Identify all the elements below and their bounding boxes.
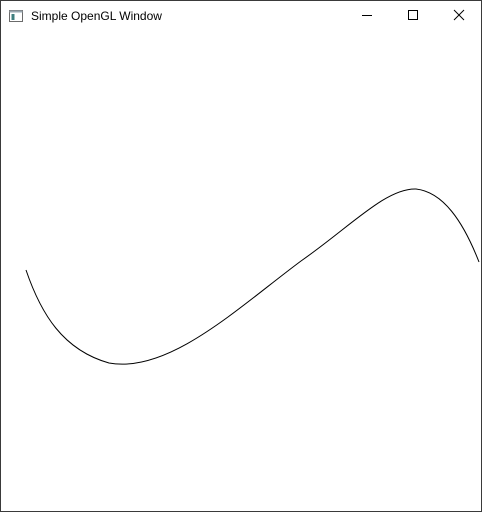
maximize-button[interactable] [390, 1, 436, 32]
minimize-icon [361, 8, 373, 26]
opengl-viewport [1, 32, 481, 511]
window-title: Simple OpenGL Window [31, 9, 162, 23]
title-bar[interactable]: Simple OpenGL Window [1, 1, 481, 32]
maximize-icon [407, 8, 419, 26]
curve-canvas [25, 188, 480, 365]
close-button[interactable] [436, 1, 481, 32]
opengl-window-app-icon [9, 9, 23, 22]
spline-curve [25, 188, 480, 365]
opengl-window: Simple OpenGL Window [0, 0, 482, 512]
minimize-button[interactable] [344, 1, 390, 32]
close-icon [453, 8, 465, 26]
